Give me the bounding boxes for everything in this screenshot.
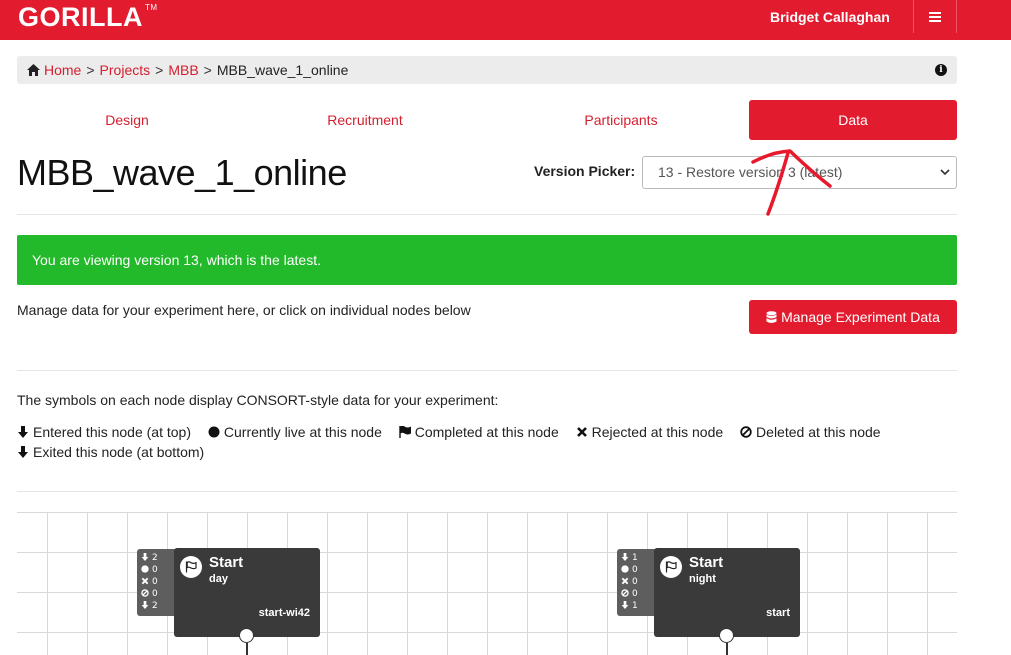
rejected-count: 0 <box>152 577 158 587</box>
legend-item: Deleted at this node <box>740 424 881 440</box>
entered-count: 2 <box>152 553 158 563</box>
tab-design[interactable]: Design <box>17 100 237 140</box>
x-icon <box>621 577 629 585</box>
page-title: MBB_wave_1_online <box>17 152 347 193</box>
deleted-count: 0 <box>152 589 158 599</box>
chevron-down-icon <box>940 169 950 176</box>
breadcrumb-separator: > <box>155 62 164 78</box>
consort-intro: The symbols on each node display CONSORT… <box>17 392 499 408</box>
node-body[interactable]: Start day start-wi42 <box>174 548 320 637</box>
legend-item: Currently live at this node <box>208 424 386 440</box>
legend-label: Deleted at this node <box>756 424 881 440</box>
arrow-down-icon <box>141 601 149 609</box>
legend-item: Rejected at this node <box>576 424 727 440</box>
arrow-down-icon <box>18 446 28 458</box>
arrow-down-icon <box>18 426 28 438</box>
version-picker-label: Version Picker: <box>534 163 636 179</box>
node-subtitle: night <box>689 573 716 585</box>
hamburger-menu-button[interactable] <box>913 0 957 33</box>
database-icon <box>766 311 777 323</box>
circle-icon <box>208 426 220 438</box>
project-tabs: Design Recruitment Participants Data <box>17 100 957 140</box>
flag-icon <box>665 561 677 573</box>
legend-label: Currently live at this node <box>223 424 382 440</box>
legend-item: Exited this node (at bottom) <box>17 444 204 460</box>
legend-item: Entered this node (at top) <box>17 424 195 440</box>
legend-label: Rejected at this node <box>591 424 724 440</box>
legend-label: Exited this node (at bottom) <box>33 444 205 460</box>
live-count: 0 <box>632 565 638 575</box>
entered-count: 1 <box>632 553 638 563</box>
ban-icon <box>740 426 752 438</box>
node-id: start <box>766 607 790 619</box>
manage-experiment-data-button[interactable]: Manage Experiment Data <box>749 300 957 334</box>
node-subtitle: day <box>209 573 228 585</box>
legend-label: Completed at this node <box>414 424 559 440</box>
tab-recruitment[interactable]: Recruitment <box>255 100 475 140</box>
breadcrumb-project-link[interactable]: MBB <box>168 62 198 78</box>
logo-text: GORILLA <box>18 2 143 32</box>
breadcrumb-current: MBB_wave_1_online <box>216 62 349 78</box>
flag-icon <box>185 561 197 573</box>
node-title: Start <box>689 554 724 571</box>
experiment-tree-canvas[interactable]: 2 0 0 0 2 Start day start-wi42 1 0 0 0 1 <box>17 512 957 655</box>
exited-count: 2 <box>152 601 158 611</box>
divider <box>17 370 957 371</box>
breadcrumb-home-link[interactable]: Home <box>44 62 81 78</box>
consort-legend: Entered this node (at top) Currently liv… <box>17 422 967 462</box>
arrow-down-icon <box>621 601 629 609</box>
breadcrumb-separator: > <box>203 62 212 78</box>
version-alert: You are viewing version 13, which is the… <box>17 235 957 285</box>
version-picker-select[interactable]: 13 - Restore version 3 (latest) <box>642 156 957 189</box>
ban-icon <box>621 589 629 597</box>
exited-count: 1 <box>632 601 638 611</box>
node-type-badge <box>180 556 202 578</box>
live-count: 0 <box>152 565 158 575</box>
node-connector <box>726 643 728 655</box>
manage-data-description: Manage data for your experiment here, or… <box>17 302 471 318</box>
arrow-down-icon <box>621 553 629 561</box>
breadcrumb-separator: > <box>86 62 95 78</box>
version-picker-value: 13 - Restore version 3 (latest) <box>658 164 843 180</box>
tab-data[interactable]: Data <box>749 100 957 140</box>
divider <box>17 214 957 215</box>
x-icon <box>141 577 149 585</box>
node-title: Start <box>209 554 244 571</box>
node-output-port[interactable] <box>239 628 254 643</box>
circle-icon <box>621 565 629 573</box>
arrow-down-icon <box>141 553 149 561</box>
circle-icon <box>141 565 149 573</box>
rejected-count: 0 <box>632 577 638 587</box>
top-navbar: GORILLA TM Bridget Callaghan <box>0 0 1011 40</box>
trademark: TM <box>145 3 158 12</box>
breadcrumb-projects-link[interactable]: Projects <box>100 62 151 78</box>
home-icon <box>27 64 40 76</box>
hamburger-icon <box>929 11 941 22</box>
legend-label: Entered this node (at top) <box>33 424 191 440</box>
ban-icon <box>141 589 149 597</box>
info-icon[interactable]: i <box>935 64 947 76</box>
node-body[interactable]: Start night start <box>654 548 800 637</box>
breadcrumb: Home > Projects > MBB > MBB_wave_1_onlin… <box>17 56 957 84</box>
node-consort-stats: 2 0 0 0 2 <box>137 549 175 616</box>
user-menu[interactable]: Bridget Callaghan <box>770 9 890 25</box>
x-icon <box>576 427 587 437</box>
flag-icon <box>399 426 411 438</box>
node-output-port[interactable] <box>719 628 734 643</box>
node-id: start-wi42 <box>258 607 310 619</box>
divider <box>17 491 957 492</box>
node-consort-stats: 1 0 0 0 1 <box>617 549 655 616</box>
manage-button-label: Manage Experiment Data <box>781 309 940 325</box>
node-type-badge <box>660 556 682 578</box>
deleted-count: 0 <box>632 589 638 599</box>
node-connector <box>246 643 248 655</box>
tab-participants[interactable]: Participants <box>511 100 731 140</box>
gorilla-logo[interactable]: GORILLA TM <box>18 2 158 33</box>
legend-item: Completed at this node <box>399 424 563 440</box>
